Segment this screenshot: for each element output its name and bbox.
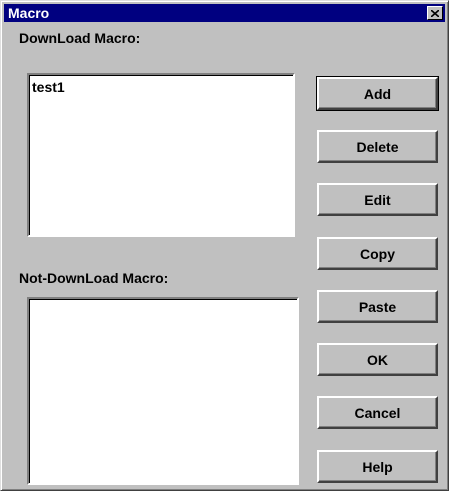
not-download-macro-label: Not-DownLoad Macro: (19, 270, 169, 286)
edit-button[interactable]: Edit (317, 183, 438, 216)
download-macro-list[interactable]: test1 (27, 73, 295, 237)
close-icon (431, 9, 439, 17)
cancel-button[interactable]: Cancel (317, 396, 438, 429)
help-button[interactable]: Help (317, 450, 438, 483)
close-button[interactable] (427, 6, 443, 20)
add-button[interactable]: Add (316, 76, 439, 111)
macro-dialog: Macro DownLoad Macro: test1 Not-DownLoad… (0, 0, 449, 491)
paste-button[interactable]: Paste (317, 290, 438, 323)
not-download-macro-list[interactable] (27, 297, 299, 485)
delete-button[interactable]: Delete (317, 130, 438, 163)
window-title: Macro (8, 5, 50, 21)
list-item[interactable]: test1 (32, 79, 65, 95)
ok-button[interactable]: OK (317, 343, 438, 376)
copy-button[interactable]: Copy (317, 237, 438, 270)
title-bar[interactable]: Macro (4, 4, 445, 22)
download-macro-label: DownLoad Macro: (19, 30, 141, 46)
